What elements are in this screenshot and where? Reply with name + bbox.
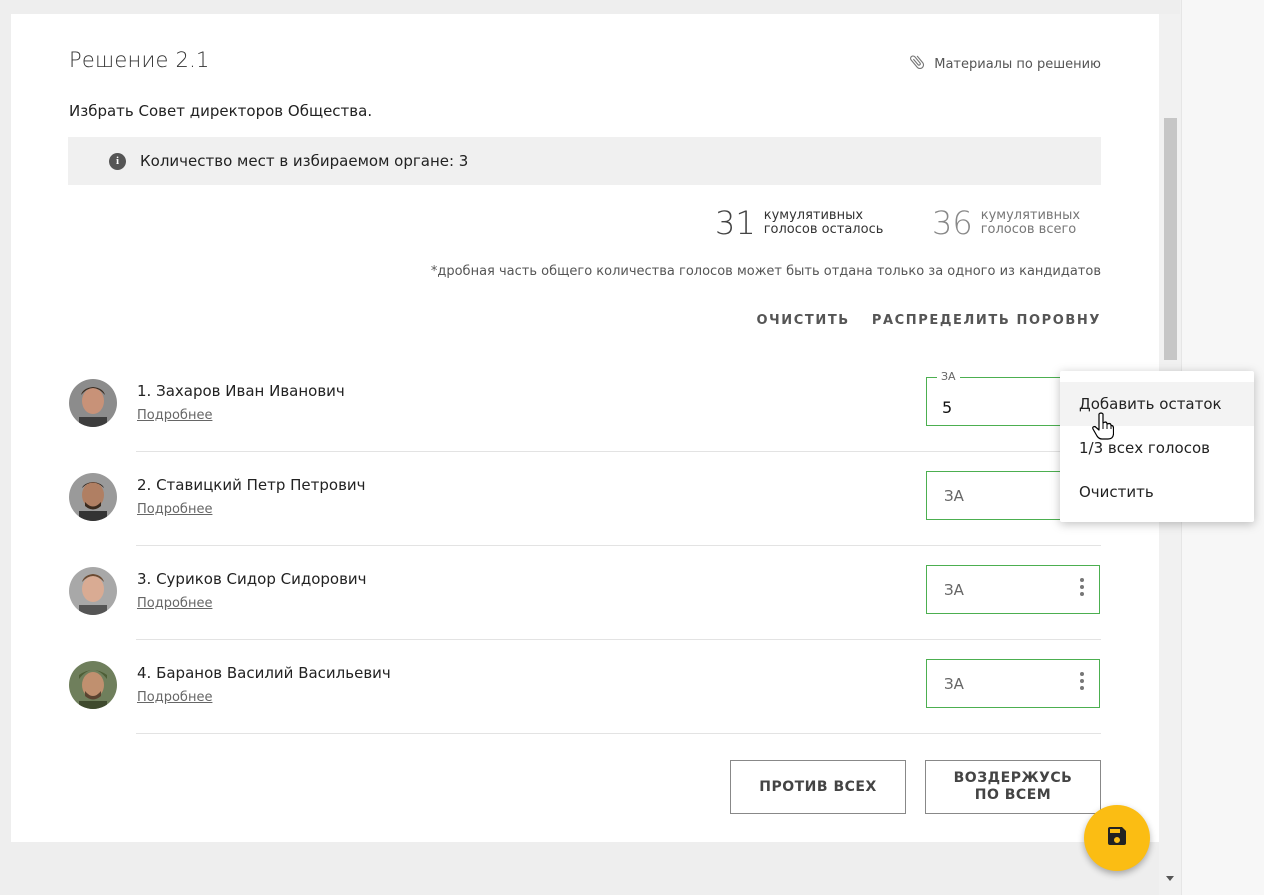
vote-for-value[interactable]: 5 [942,398,952,417]
votes-total-label: кумулятивных голосов всего [981,209,1080,237]
vote-options-menu: Добавить остаток 1/3 всех голосов Очисти… [1060,371,1254,522]
menu-item-add-remainder[interactable]: Добавить остаток [1060,382,1254,426]
info-text: Количество мест в избираемом органе: 3 [140,152,469,170]
candidate-row: 3. Суриков Сидор Сидорович Подробнее ЗА [69,565,1101,661]
vote-for-placeholder: ЗА [944,581,964,599]
row-divider [136,545,1101,546]
candidate-row: 2. Ставицкий Петр Петрович Подробнее ЗА [69,471,1101,567]
vote-for-placeholder: ЗА [944,675,964,693]
more-vert-icon[interactable] [1080,578,1084,596]
info-icon: i [109,152,126,170]
votes-total-label-line2: голосов всего [980,222,1077,237]
materials-label: Материалы по решению [934,56,1101,72]
votes-remaining-label-line1: кумулятивных [763,208,864,223]
vote-for-label: ЗА [937,370,960,383]
scrollbar-thumb[interactable] [1164,118,1177,360]
vote-for-input[interactable]: ЗА [926,565,1100,614]
candidate-details-link[interactable]: Подробнее [137,690,212,705]
votes-remaining-number: 31 [715,204,756,242]
save-button[interactable] [1084,805,1150,871]
candidate-details-link[interactable]: Подробнее [137,502,212,517]
votes-total: 36 кумулятивных голосов всего [932,207,1080,239]
candidate-avatar [69,661,117,709]
decision-description: Избрать Совет директоров Общества. [69,102,373,120]
candidate-avatar [69,567,117,615]
votes-total-label-line1: кумулятивных [980,208,1081,223]
materials-link[interactable]: Материалы по решению [908,53,1101,75]
candidate-name: 3. Суриков Сидор Сидорович [137,570,367,588]
candidate-name: 2. Ставицкий Петр Петрович [137,476,366,494]
abstain-line1: ВОЗДЕРЖУСЬ [953,770,1073,786]
hand-pointer-icon [1092,412,1115,444]
candidate-avatar [69,473,117,521]
row-divider [136,451,1101,452]
distribute-equally-link[interactable]: РАСПРЕДЕЛИТЬ ПОРОВНУ [872,313,1101,328]
vote-for-placeholder: ЗА [944,487,964,505]
decision-title: Решение 2.1 [69,48,210,72]
fraction-note: *дробная часть общего количества голосов… [430,264,1101,279]
candidate-row: 1. Захаров Иван Иванович Подробнее ЗА 5 [69,370,1101,473]
candidate-name: 1. Захаров Иван Иванович [137,382,345,400]
more-vert-icon[interactable] [1080,672,1084,690]
save-icon [1105,824,1129,852]
scroll-down-arrow[interactable] [1166,876,1174,881]
vote-actions: ОЧИСТИТЬ РАСПРЕДЕЛИТЬ ПОРОВНУ [757,313,1102,328]
candidate-details-link[interactable]: Подробнее [137,408,212,423]
info-bar: i Количество мест в избираемом органе: 3 [68,137,1101,185]
row-divider [136,733,1101,734]
candidate-name: 4. Баранов Василий Васильевич [137,664,391,682]
abstain-all-button[interactable]: ВОЗДЕРЖУСЬ ПО ВСЕМ [925,760,1101,814]
candidate-details-link[interactable]: Подробнее [137,596,212,611]
abstain-line2: ПО ВСЕМ [974,787,1052,803]
candidate-row: 4. Баранов Василий Васильевич Подробнее … [69,659,1101,755]
against-all-button[interactable]: ПРОТИВ ВСЕХ [730,760,906,814]
clear-all-link[interactable]: ОЧИСТИТЬ [757,313,850,328]
votes-remaining: 31 кумулятивных голосов осталось [715,207,883,239]
menu-item-clear[interactable]: Очистить [1060,470,1254,514]
paperclip-icon [908,53,926,75]
votes-total-number: 36 [932,204,973,242]
menu-item-third-of-votes[interactable]: 1/3 всех голосов [1060,426,1254,470]
candidate-avatar [69,379,117,427]
votes-remaining-label-line2: голосов осталось [763,222,884,237]
row-divider [136,639,1101,640]
votes-remaining-label: кумулятивных голосов осталось [764,209,884,237]
vote-for-input[interactable]: ЗА [926,659,1100,708]
